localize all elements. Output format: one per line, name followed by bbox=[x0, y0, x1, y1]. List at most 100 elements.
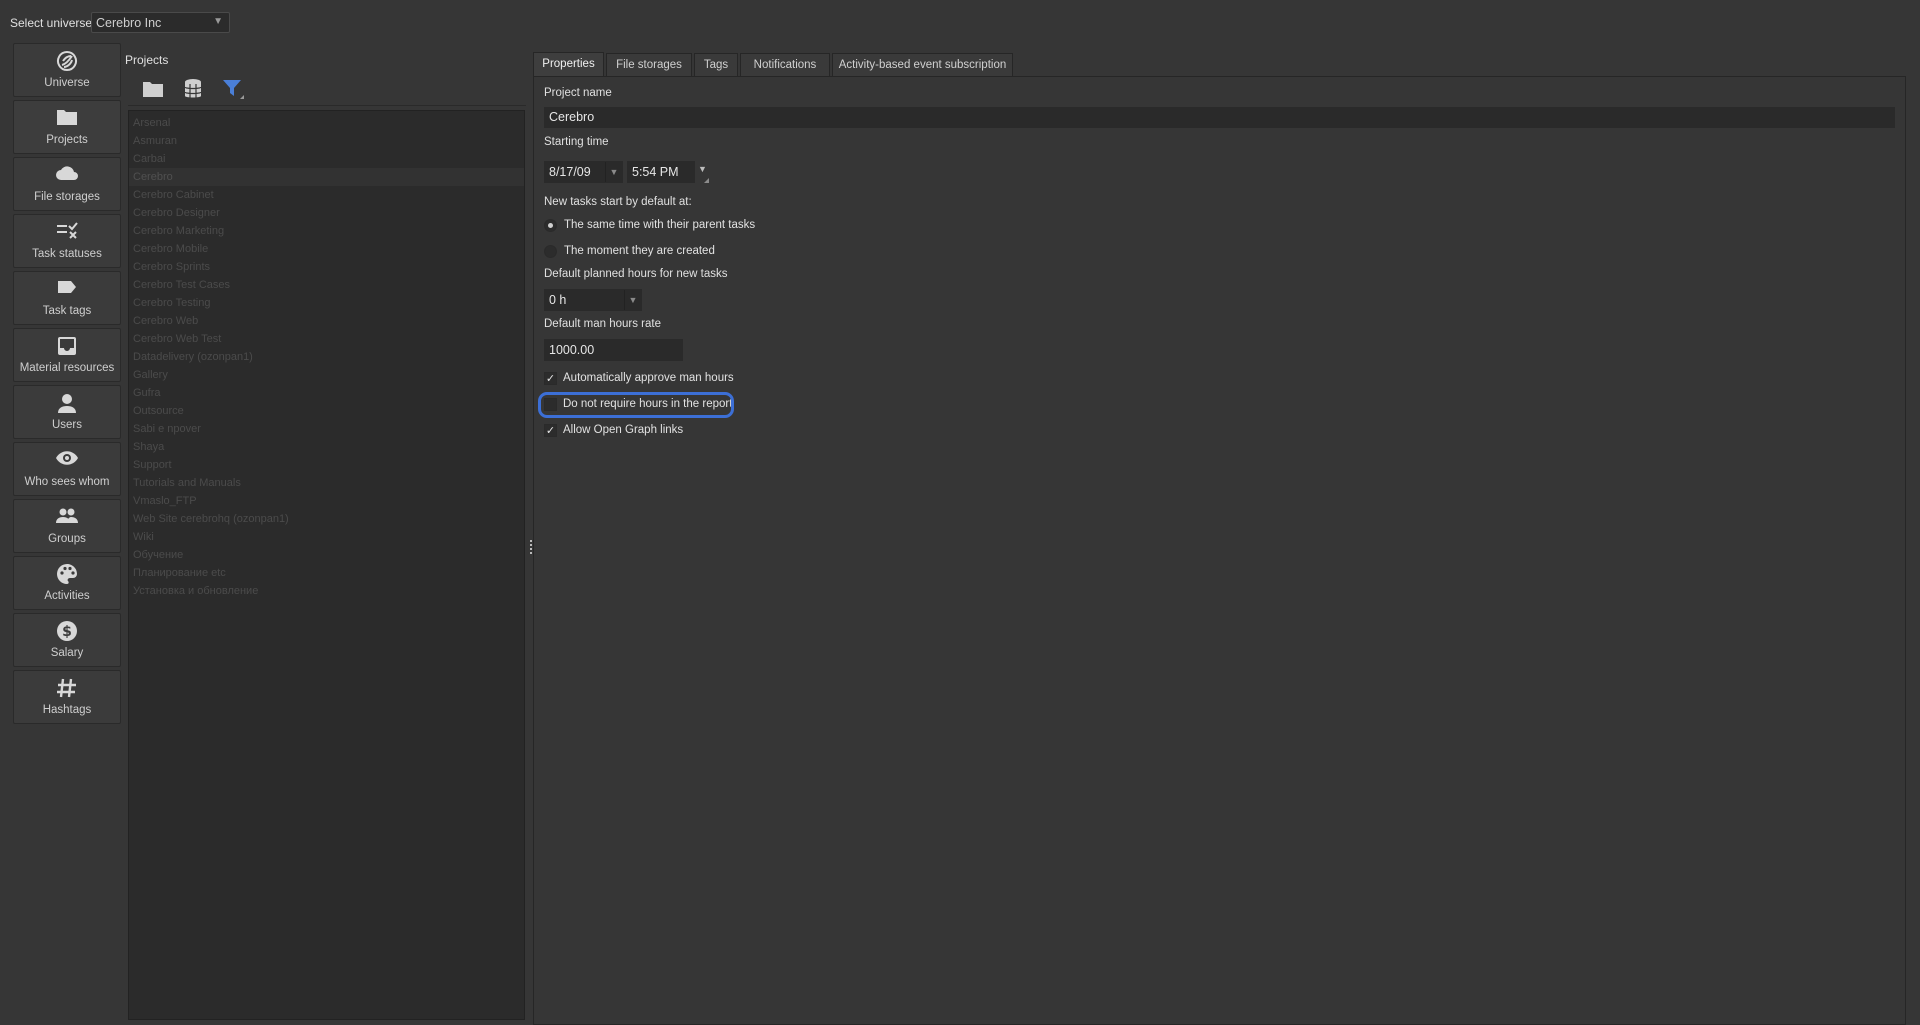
group-icon bbox=[14, 506, 120, 528]
sidebar-item-projects[interactable]: Projects bbox=[13, 100, 121, 154]
select-universe-label: Select universe bbox=[10, 16, 93, 30]
project-name-label: Project name bbox=[544, 87, 612, 99]
list-item[interactable]: Cerebro Cabinet bbox=[129, 186, 524, 204]
sidebar-item-file-storages[interactable]: File storages bbox=[13, 157, 121, 211]
list-item[interactable]: Cerebro bbox=[129, 168, 524, 186]
list-item[interactable]: Asmuran bbox=[129, 132, 524, 150]
tab-file-storages[interactable]: File storages bbox=[606, 53, 692, 76]
sidebar-item-label: Activities bbox=[44, 590, 90, 602]
list-item[interactable]: Cerebro Web bbox=[129, 312, 524, 330]
sidebar-item-label: Users bbox=[51, 419, 83, 431]
planned-hours-input[interactable]: 0 h ▼ bbox=[544, 289, 642, 311]
cloud-icon bbox=[14, 164, 120, 186]
list-item[interactable]: Планирование etc bbox=[129, 564, 524, 582]
start-time-input[interactable]: 5:54 PM bbox=[627, 161, 695, 183]
starting-time-label: Starting time bbox=[544, 136, 609, 148]
open-graph-checkbox[interactable]: ✓ bbox=[544, 424, 557, 437]
man-hours-rate-input[interactable]: 1000.00 bbox=[544, 339, 683, 361]
universe-dropdown-value: Cerebro Inc bbox=[96, 16, 162, 30]
sidebar-item-label: Task statuses bbox=[32, 248, 102, 260]
sidebar-item-hashtags[interactable]: Hashtags bbox=[13, 670, 121, 724]
radio-parent-time[interactable] bbox=[544, 219, 557, 232]
sidebar-item-who-sees-whom[interactable]: Who sees whom bbox=[13, 442, 121, 496]
sidebar-item-material-resources[interactable]: Material resources bbox=[13, 328, 121, 382]
eye-icon bbox=[14, 449, 120, 471]
list-item[interactable]: Web Site cerebrohq (ozonpan1) bbox=[129, 510, 524, 528]
chevron-down-icon: ▼ bbox=[213, 16, 223, 27]
hash-icon bbox=[14, 677, 120, 699]
list-item[interactable]: Arsenal bbox=[129, 114, 524, 132]
sidebar-item-label: Task tags bbox=[42, 305, 92, 317]
sidebar-item-label: Universe bbox=[44, 77, 90, 89]
planned-hours-label: Default planned hours for new tasks bbox=[544, 268, 728, 280]
tab-notifications[interactable]: Notifications bbox=[740, 53, 830, 76]
chevron-down-icon[interactable]: ▼ bbox=[624, 290, 641, 310]
sidebar-item-label: Salary bbox=[50, 647, 84, 659]
list-item[interactable]: Установка и обновление bbox=[129, 582, 524, 600]
inbox-icon bbox=[14, 335, 120, 357]
start-date-input[interactable]: 8/17/09 ▼ bbox=[544, 161, 623, 183]
projects-list[interactable]: Arsenal Asmuran Carbai Cerebro Cerebro Cabin… bbox=[128, 110, 525, 1020]
list-item[interactable]: Shaya bbox=[129, 438, 524, 456]
list-item[interactable]: Gufra bbox=[129, 384, 524, 402]
radio-created-time[interactable] bbox=[544, 245, 557, 258]
time-dropdown-chevron-icon[interactable]: ▼ bbox=[698, 164, 707, 174]
sidebar-item-label: Groups bbox=[48, 533, 86, 545]
list-item[interactable]: Datadelivery (ozonpan1) bbox=[129, 348, 524, 366]
list-item[interactable]: Tutorials and Manuals bbox=[129, 474, 524, 492]
man-hours-rate-label: Default man hours rate bbox=[544, 318, 661, 330]
list-item[interactable]: Outsource bbox=[129, 402, 524, 420]
list-item[interactable]: Cerebro Web Test bbox=[129, 330, 524, 348]
list-item[interactable]: Обучение bbox=[129, 546, 524, 564]
tag-icon bbox=[14, 278, 120, 300]
list-item[interactable]: Cerebro Mobile bbox=[129, 240, 524, 258]
projects-toolbar bbox=[128, 71, 526, 106]
list-item[interactable]: Cerebro Designer bbox=[129, 204, 524, 222]
tab-tags[interactable]: Tags bbox=[694, 53, 738, 76]
sidebar-item-label: Who sees whom bbox=[24, 476, 110, 488]
auto-approve-checkbox[interactable]: ✓ bbox=[544, 372, 557, 385]
tab-activity-subscription[interactable]: Activity-based event subscription bbox=[832, 53, 1013, 76]
projects-title: Projects bbox=[125, 53, 169, 67]
folder-icon bbox=[14, 107, 120, 129]
sidebar-item-activities[interactable]: Activities bbox=[13, 556, 121, 610]
list-item[interactable]: Cerebro Testing bbox=[129, 294, 524, 312]
list-item[interactable]: Cerebro Test Cases bbox=[129, 276, 524, 294]
list-item[interactable]: Cerebro Sprints bbox=[129, 258, 524, 276]
list-item[interactable]: Gallery bbox=[129, 366, 524, 384]
list-item[interactable]: Vmaslo_FTP bbox=[129, 492, 524, 510]
universe-dropdown[interactable]: Cerebro Inc ▼ bbox=[91, 12, 230, 33]
list-item[interactable]: Wiki bbox=[129, 528, 524, 546]
new-tasks-label: New tasks start by default at: bbox=[544, 196, 692, 208]
filter-icon[interactable] bbox=[220, 77, 246, 101]
auto-approve-label[interactable]: Automatically approve man hours bbox=[563, 372, 734, 384]
radio-parent-time-label[interactable]: The same time with their parent tasks bbox=[564, 219, 755, 231]
sidebar-item-groups[interactable]: Groups bbox=[13, 499, 121, 553]
svg-text:$: $ bbox=[62, 624, 72, 640]
sidebar-item-task-tags[interactable]: Task tags bbox=[13, 271, 121, 325]
focus-highlight bbox=[538, 392, 734, 418]
sidebar-item-universe[interactable]: Universe bbox=[13, 43, 121, 97]
project-name-input[interactable]: Cerebro bbox=[544, 107, 1895, 128]
dollar-icon: $ bbox=[14, 620, 120, 642]
database-icon[interactable] bbox=[180, 77, 206, 101]
sidebar-item-task-statuses[interactable]: Task statuses bbox=[13, 214, 121, 268]
sidebar-item-label: Material resources bbox=[19, 362, 115, 374]
sidebar-item-label: Projects bbox=[46, 134, 88, 146]
list-item[interactable]: Cerebro Marketing bbox=[129, 222, 524, 240]
open-graph-label[interactable]: Allow Open Graph links bbox=[563, 424, 683, 436]
chevron-down-icon[interactable]: ▼ bbox=[605, 162, 622, 182]
user-icon bbox=[14, 392, 120, 414]
sidebar-item-salary[interactable]: $ Salary bbox=[13, 613, 121, 667]
radio-created-time-label[interactable]: The moment they are created bbox=[564, 245, 715, 257]
start-date-value: 8/17/09 bbox=[549, 165, 591, 179]
list-item[interactable]: Sabi e npover bbox=[129, 420, 524, 438]
sidebar-item-users[interactable]: Users bbox=[13, 385, 121, 439]
tab-properties[interactable]: Properties bbox=[533, 52, 604, 76]
folder-icon[interactable] bbox=[140, 77, 166, 101]
list-item[interactable]: Carbai bbox=[129, 150, 524, 168]
list-item[interactable]: Support bbox=[129, 456, 524, 474]
sidebar-item-label: File storages bbox=[34, 191, 100, 203]
sidebar-item-label: Hashtags bbox=[42, 704, 92, 716]
palette-icon bbox=[14, 563, 120, 585]
